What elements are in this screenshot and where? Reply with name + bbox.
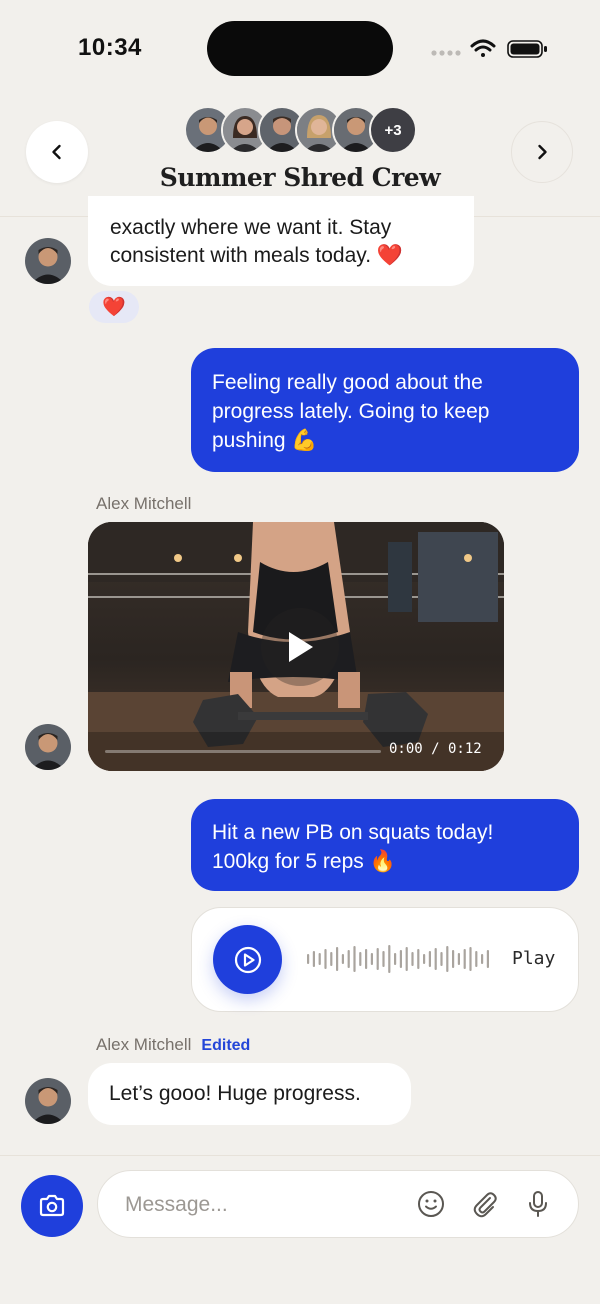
camera-button[interactable]: [21, 1175, 83, 1237]
group-title[interactable]: Summer Shred Crew: [0, 163, 600, 192]
heart-reaction[interactable]: ❤️: [89, 291, 139, 323]
waveform-bar: [318, 953, 321, 965]
waveform-bar: [405, 947, 408, 971]
waveform-bar: [486, 950, 489, 968]
sender-avatar[interactable]: [25, 1078, 71, 1124]
waveform-bar: [365, 949, 368, 969]
message-text-line: Let’s gooo! Huge progress.: [109, 1082, 361, 1105]
waveform-bar: [475, 951, 478, 967]
emoji-icon: [418, 1191, 444, 1217]
waveform-bar: [382, 951, 385, 967]
waveform-bar: [423, 954, 426, 964]
waveform-bar: [341, 954, 344, 964]
waveform-bar: [446, 946, 449, 972]
edited-label: Edited: [201, 1037, 251, 1054]
waveform-bar: [312, 951, 315, 967]
message-text-line: Hit a new PB on squats today!: [212, 821, 494, 844]
outgoing-message-bubble[interactable]: Hit a new PB on squats today! 100kg for …: [191, 799, 579, 891]
voice-play-button[interactable]: [213, 925, 282, 994]
camera-icon: [39, 1194, 65, 1217]
signal-icon: [431, 50, 461, 56]
waveform-bar: [359, 952, 362, 966]
message-text-line: exactly where we want it. Stay: [110, 216, 392, 239]
more-members-badge[interactable]: +3: [369, 106, 417, 154]
message-text-line: consistent with meals today. ❤️: [110, 244, 404, 267]
waveform-bar: [307, 954, 310, 964]
waveform-bar: [411, 952, 414, 966]
waveform-bar: [330, 952, 333, 966]
waveform-bar: [452, 950, 455, 968]
video-progress-bar[interactable]: [105, 750, 381, 753]
waveform-bar: [463, 949, 466, 969]
sender-name-row: Alex Mitchell Edited: [96, 1035, 250, 1055]
waveform-bar: [347, 950, 350, 968]
group-avatars[interactable]: +3: [184, 106, 420, 154]
waveform-bar: [457, 953, 460, 965]
attach-button[interactable]: [469, 1188, 501, 1220]
voice-play-label[interactable]: Play: [512, 948, 555, 969]
play-circle-icon: [234, 946, 261, 973]
outgoing-message-bubble[interactable]: Feeling really good about the progress l…: [191, 348, 579, 472]
message-input[interactable]: [125, 1190, 395, 1220]
waveform-bar: [428, 951, 431, 967]
waveform-bar: [376, 948, 379, 970]
waveform-bar: [336, 947, 339, 971]
forward-button[interactable]: [511, 121, 573, 183]
incoming-message-bubble[interactable]: Let’s gooo! Huge progress.: [88, 1063, 411, 1125]
paperclip-icon: [473, 1192, 497, 1218]
wifi-icon: [470, 39, 496, 57]
chevron-right-icon: [538, 144, 547, 160]
waveform-bar: [353, 946, 356, 972]
waveform-bar: [481, 954, 484, 964]
battery-icon: [507, 40, 547, 58]
status-icons: [431, 39, 547, 58]
waveform-bar: [434, 948, 437, 970]
composer-divider: [0, 1155, 600, 1156]
waveform-bar: [469, 947, 472, 971]
emoji-button[interactable]: [415, 1188, 447, 1220]
sender-name: Alex Mitchell: [96, 1035, 192, 1054]
waveform-bar: [440, 952, 443, 966]
waveform-bar: [399, 950, 402, 968]
status-time: 10:34: [78, 34, 142, 61]
microphone-icon: [529, 1191, 547, 1217]
video-time: 0:00 / 0:12: [389, 741, 482, 757]
message-text-line: 100kg for 5 reps 🔥: [212, 850, 396, 873]
waveform-bar: [417, 949, 420, 969]
dynamic-island: [207, 21, 393, 76]
play-icon: [289, 632, 313, 662]
sender-avatar[interactable]: [25, 724, 71, 770]
waveform-bar: [394, 953, 397, 965]
waveform-bar: [324, 949, 327, 969]
video-play-button[interactable]: [261, 608, 339, 686]
sender-name: Alex Mitchell: [96, 494, 192, 513]
microphone-button[interactable]: [522, 1188, 554, 1220]
message-text-line: progress lately. Going to keep: [212, 400, 490, 423]
message-text-line: pushing 💪: [212, 429, 318, 452]
voice-waveform: [307, 945, 489, 973]
waveform-bar: [370, 953, 373, 965]
waveform-bar: [388, 945, 391, 973]
sender-avatar[interactable]: [25, 238, 71, 284]
message-text-line: Feeling really good about the: [212, 371, 483, 394]
chevron-left-icon: [52, 144, 61, 160]
incoming-message-bubble[interactable]: exactly where we want it. Stay consisten…: [88, 196, 474, 286]
